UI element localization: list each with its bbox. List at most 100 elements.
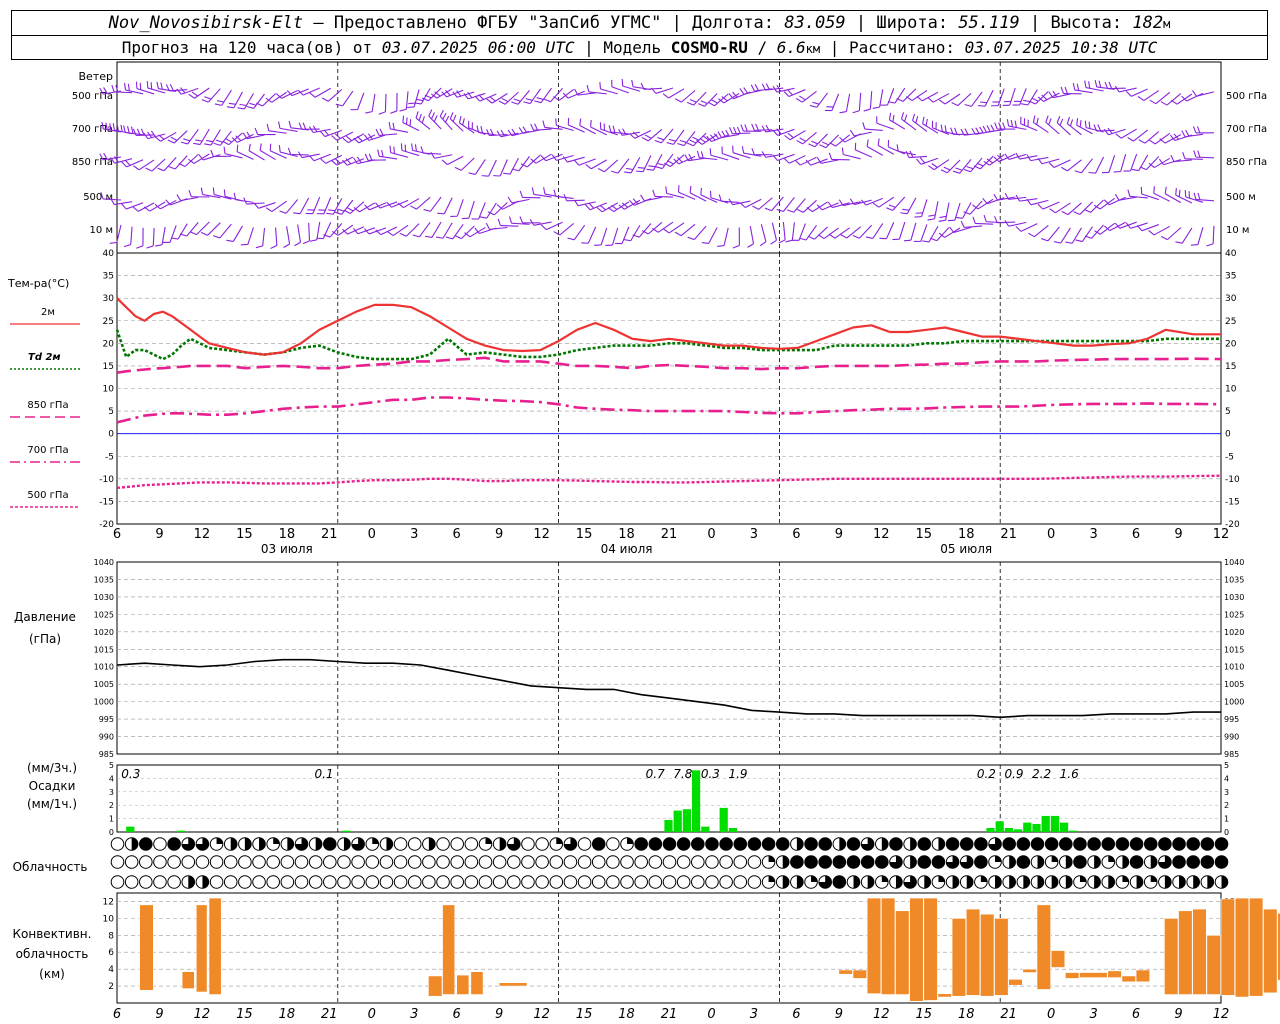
cloud-cell-r1-10 — [252, 855, 266, 869]
wind-barb-flag — [901, 112, 905, 120]
wind-barb — [380, 226, 398, 236]
cloud-circle-sector — [556, 837, 563, 844]
cloud-circle-outline — [422, 855, 436, 869]
temp-xtick-18: 12 — [873, 527, 890, 542]
wind-barb-flag — [1170, 99, 1178, 105]
wind-barb-flag — [1138, 139, 1146, 144]
cloud-cell-r2-55 — [889, 875, 903, 889]
wind-barb-flag — [733, 126, 737, 134]
conv-xtick-12: 18 — [618, 1007, 635, 1022]
cloud-cell-r2-1 — [124, 875, 139, 889]
precip-bar-10 — [986, 827, 995, 832]
cloud-cell-r1-13 — [294, 855, 309, 869]
temp-xtick-19: 15 — [915, 527, 932, 542]
cloud-cell-r1-12 — [280, 855, 295, 869]
temp-xtick-7: 3 — [410, 527, 418, 542]
temp-series-t500 — [116, 474, 1222, 490]
wind-barb-flag — [888, 204, 896, 208]
wind-barb-flag — [364, 153, 369, 161]
cloud-cell-r1-40 — [676, 855, 691, 869]
cloud-circle-fill — [1101, 837, 1115, 851]
cloud-circle-sector — [1094, 855, 1101, 869]
conv-bar-30 — [1164, 918, 1179, 995]
wind-barb-flag — [1149, 99, 1157, 105]
wind-barb — [600, 227, 608, 246]
conv-xtick-25: 9 — [1174, 1007, 1182, 1022]
wind-barb-flag — [454, 235, 462, 240]
wind-barb — [590, 159, 608, 170]
cloud-cell-r0-19 — [379, 837, 394, 851]
temp-ytick-left-11: -15 — [99, 497, 114, 507]
wind-barb-flag — [885, 207, 893, 211]
temp-xtick-25: 9 — [1174, 527, 1182, 542]
precip-total-9: 1.6 — [1060, 767, 1079, 781]
cloud-cell-r1-52 — [846, 855, 861, 869]
cloud-cell-r2-35 — [606, 875, 620, 889]
wind-barb — [405, 91, 409, 110]
cloud-cell-r0-55 — [889, 837, 903, 851]
wind-barb-flag — [960, 220, 965, 228]
wind-barb-flag — [1002, 122, 1006, 130]
conv-ytick-left-0: 12 — [103, 897, 114, 907]
wind-barb-flag — [170, 237, 179, 240]
cloud-circle-outline — [294, 875, 309, 889]
wind-barb — [1131, 88, 1148, 97]
wind-barb — [693, 91, 707, 106]
wind-barb-flag — [599, 204, 606, 211]
cloud-cell-r2-54 — [875, 875, 889, 889]
precip-bar-0 — [126, 826, 135, 832]
cloud-cell-r2-4 — [167, 875, 181, 889]
wind-barb-flag — [938, 219, 946, 222]
wind-barb-flag — [1037, 203, 1044, 210]
wind-barb-flag — [365, 111, 373, 114]
cloud-circle-outline — [407, 875, 422, 889]
cloud-cell-r2-20 — [393, 875, 408, 889]
wind-barb — [1164, 193, 1182, 204]
wind-barb — [621, 226, 630, 244]
wind-barb — [379, 133, 398, 136]
wind-barb-flag — [439, 109, 444, 117]
cloud-circle-outline — [252, 855, 266, 869]
cloud-cell-r0-66 — [1044, 837, 1059, 851]
temp-ytick-right-4: 20 — [1225, 339, 1237, 349]
cloud-circle-outline — [436, 837, 450, 851]
wind-barb — [693, 225, 707, 240]
cloud-cell-r1-21 — [407, 855, 422, 869]
wind-barb — [692, 132, 707, 147]
wind-barb-flag — [530, 123, 535, 131]
wind-barb-flag — [1079, 120, 1082, 128]
cloud-circle-fill — [691, 837, 705, 851]
wind-barb-flag — [479, 216, 487, 219]
cloud-cell-r1-8 — [223, 855, 238, 869]
conv-xtick-10: 12 — [533, 1007, 550, 1022]
cloud-cell-r0-29 — [521, 837, 535, 851]
conv-bar-1 — [181, 971, 195, 989]
cloud-circle-outline — [521, 875, 535, 889]
pressure-ytick-right-0: 1040 — [1224, 558, 1244, 567]
cloud-circle-fill — [847, 855, 860, 869]
wind-barb-flag — [449, 112, 454, 120]
conv-bar-3 — [208, 897, 222, 995]
wind-barb-flag — [486, 98, 493, 104]
wind-barb-flag — [796, 208, 804, 213]
cloud-circle-outline — [238, 875, 252, 889]
conv-bar-0 — [139, 904, 154, 991]
temp-xtick-24: 6 — [1132, 527, 1140, 542]
wind-barb — [864, 128, 883, 131]
pressure-ytick-right-3: 1025 — [1224, 610, 1244, 619]
wind-barb-flag — [1115, 133, 1122, 139]
cloud-cell-r0-49 — [804, 837, 818, 851]
cloud-circle-outline — [591, 855, 606, 869]
precip-ytick-right-5: 0 — [1224, 828, 1229, 837]
cloud-cell-r0-72 — [1129, 837, 1144, 851]
conv-ytick-left-3: 6 — [108, 948, 114, 958]
wind-barb — [187, 129, 199, 145]
cloud-cell-r2-70 — [1101, 875, 1116, 889]
cloud-cell-r0-4 — [167, 837, 181, 851]
wind-barb-flag — [1010, 119, 1014, 127]
wind-barb-flag — [346, 207, 354, 212]
wind-barb-flag — [1197, 192, 1201, 200]
wind-barb-flag — [940, 169, 948, 174]
wind-barb-flag — [986, 125, 991, 132]
cloud-circle-outline — [407, 855, 422, 869]
